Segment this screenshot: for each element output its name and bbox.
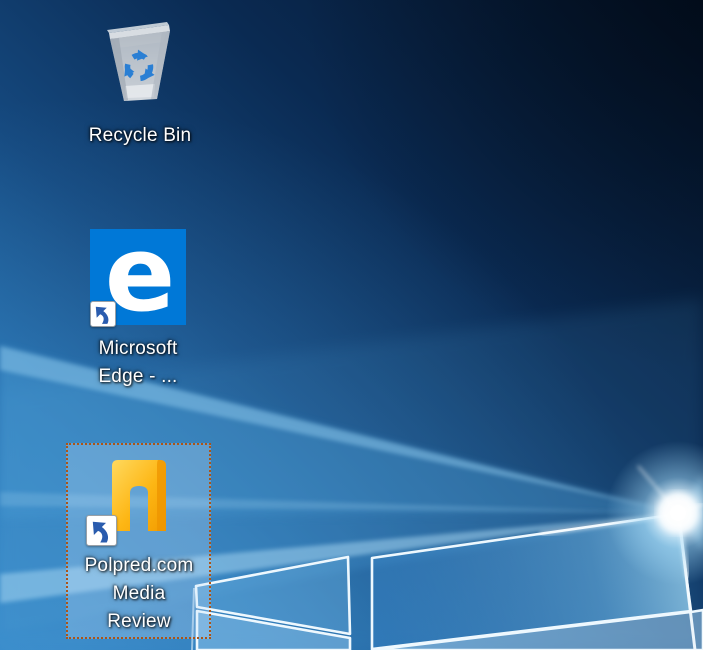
polpred-label-line3: Review <box>39 608 239 636</box>
polpred-label-line1: Polpred.com <box>39 552 239 580</box>
polpred-label-line2: Media <box>39 580 239 608</box>
edge-label: Microsoft Edge - ... <box>38 335 238 391</box>
polpred-logo-icon <box>109 457 169 531</box>
recycle-bin-icon <box>96 12 184 110</box>
desktop-icon-microsoft-edge[interactable]: e Microsoft Edge - ... <box>64 224 214 404</box>
desktop-icon-recycle-bin[interactable]: Recycle Bin <box>64 6 216 148</box>
recycle-bin-label: Recycle Bin <box>40 122 240 150</box>
desktop-icon-polpred-media-review[interactable]: Polpred.com Media Review <box>66 443 211 639</box>
shortcut-arrow-icon <box>86 515 117 546</box>
edge-label-line1: Microsoft <box>38 335 238 363</box>
polpred-label: Polpred.com Media Review <box>39 552 239 636</box>
desktop: Recycle Bin e Microsoft Edge - ... <box>0 0 703 650</box>
shortcut-arrow-icon <box>90 301 116 327</box>
edge-label-line2: Edge - ... <box>38 363 238 391</box>
